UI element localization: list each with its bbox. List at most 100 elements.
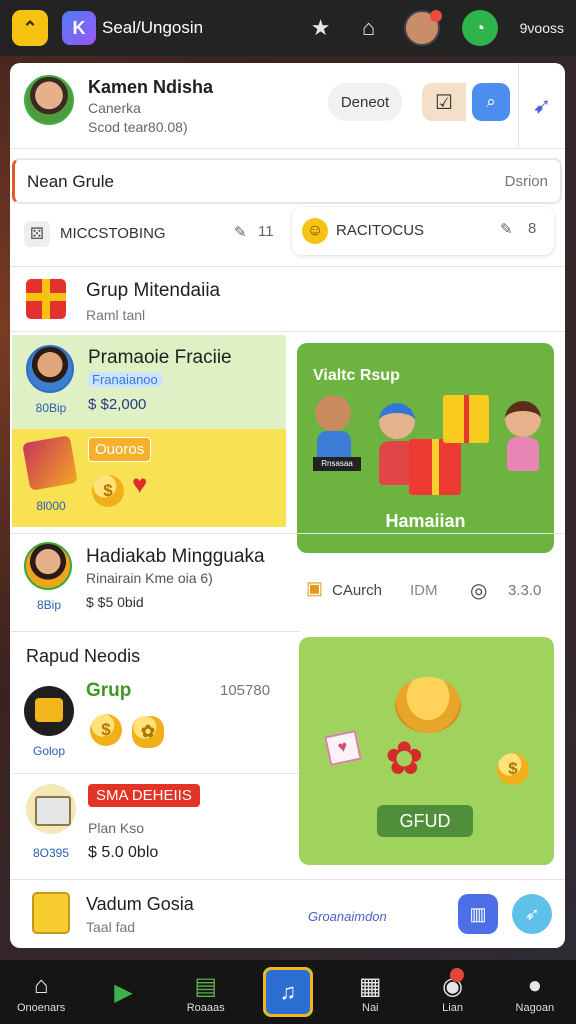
heart-icon: ♥ [132, 469, 148, 499]
user-avatar[interactable] [403, 10, 442, 46]
stat-right-label: RACITOCUS [336, 222, 425, 239]
rapid-section[interactable]: Rapud Neodis Grup 105780 $ ✿ Golop [10, 631, 300, 771]
profile-balance: Scod tear80.08) [88, 119, 188, 135]
gift-box-icon [443, 395, 489, 443]
bottom-nav: ⌂ Onoenars ▶ ▤ Roaaas ♫ ▦ Nai ◉ Lian ● N… [0, 960, 576, 1024]
rapid-count: 105780 [220, 682, 271, 699]
weekly-item[interactable]: 8Bip Hadiakab Mingguaka Rinairain Kme oi… [10, 533, 565, 623]
profile-name: Kamen Ndisha [88, 77, 214, 97]
pack-badge: SMA DEHEIIS [88, 784, 200, 807]
card-pack-icon [22, 435, 78, 491]
promo-badge: Franaianoo [88, 372, 162, 387]
nav-label: Roaaas [186, 1002, 225, 1014]
section-subtitle: Raml tanl [86, 307, 146, 323]
search-input[interactable]: Nean Grule Dsrion [12, 158, 562, 204]
profile-card: Kamen Ndisha Canerka Scod tear80.08) Den… [10, 63, 565, 149]
pencil-icon[interactable]: ✎ [500, 220, 513, 238]
character-icon [505, 401, 541, 437]
sign-text: Rnsasaa [313, 457, 361, 471]
bonus-badge: Ouoros [88, 437, 152, 462]
music-icon: ♫ [262, 967, 313, 1017]
chat-icon[interactable]: ◔ [461, 10, 498, 46]
share-icon[interactable]: ➶ [512, 894, 552, 934]
mouse-icon[interactable]: ◎ [470, 578, 487, 603]
pack-subtitle: Plan Kso [88, 820, 145, 836]
nav-profile[interactable]: ● Nagoan [494, 960, 576, 1024]
pencil-icon[interactable]: ✎ [234, 223, 247, 241]
coin-icon: $ [90, 714, 122, 746]
promo-avatar-caption: 80Bip [35, 401, 67, 415]
bottom-list-item[interactable]: Vadum Gosia Taal fad Groanaimdon ▥ ➶ [10, 879, 565, 948]
featured-card[interactable]: Vialtc Rsup Rnsasaa Hamaiian [297, 343, 554, 553]
stat-left-label: MICCSTOBING [60, 225, 166, 242]
app-title: Seal/Ungosin [102, 18, 204, 37]
search-placeholder: Dsrion [504, 173, 548, 190]
person-icon: ● [527, 972, 543, 999]
rocket-icon[interactable]: ➹ [518, 63, 565, 149]
chart-icon[interactable]: ▥ [458, 894, 498, 934]
nav-music[interactable]: ♫ [247, 960, 329, 1024]
promo-title: Pramaoie Fraciie [88, 347, 232, 368]
stat-left-value: 11 [258, 223, 274, 240]
play-icon: ▶ [114, 978, 133, 1006]
nav-rewards[interactable]: ▤ Roaaas [165, 960, 247, 1024]
nav-home[interactable]: ⌂ Onoenars [0, 960, 82, 1024]
promo-price: $ $2,000 [88, 396, 147, 413]
weekly-row-mid: IDM [410, 582, 438, 599]
nav-shop[interactable]: ▦ Nai [329, 960, 411, 1024]
home-icon[interactable]: ⌂ [356, 15, 382, 41]
promo-item[interactable]: 80Bip Pramaoie Fraciie Franaianoo $ $2,0… [12, 335, 286, 429]
pack-price: $ 5.0 0blo [88, 844, 159, 861]
main-panel: Kamen Ndisha Canerka Scod tear80.08) Den… [10, 63, 565, 948]
gift-box-icon [409, 439, 461, 495]
coin-icon: ✿ [132, 716, 164, 748]
app-logo-icon: K [62, 11, 96, 45]
nav-notifications[interactable]: ◉ Lian [411, 960, 493, 1024]
character-icon [315, 395, 351, 431]
back-button[interactable]: ⌃ [12, 10, 48, 46]
promo-bonus-item[interactable]: 8l000 Ouoros $ ♥ [12, 429, 286, 527]
nav-label: Nai [362, 1002, 379, 1014]
nav-label: Nagoan [515, 1002, 555, 1014]
reward-card[interactable]: ✿ ♥ $ GFUD [299, 637, 554, 865]
weekly-avatar-caption: 8Bip [36, 598, 62, 612]
profile-avatar[interactable] [24, 75, 74, 125]
weekly-subtitle: Rinairain Kme oia 6) [86, 570, 213, 586]
search-label: Nean Grule [27, 172, 114, 191]
pack-icon [26, 784, 76, 834]
ribbon-icon: ✿ [385, 732, 424, 784]
profile-subtitle: Canerka [88, 100, 141, 116]
stat-right-value: 8 [528, 220, 537, 237]
rapid-avatar-caption: Golop [32, 744, 66, 758]
bottom-item-link[interactable]: Groanaimdon [308, 909, 387, 924]
group-section-header[interactable]: Grup Mitendaiia Raml tanl [10, 266, 565, 332]
shop-icon: ▦ [358, 972, 382, 1000]
check-icon[interactable]: ☑ [422, 83, 466, 121]
star-icon[interactable]: ★ [308, 15, 334, 41]
stat-right[interactable]: ☺ RACITOCUS ✎ 8 [292, 207, 554, 255]
top-bar: ⌃ K Seal/Ungosin ★ ⌂ ◔ 9νooss [0, 0, 576, 56]
pack-item[interactable]: 8O395 SMA DEHEIIS Plan Kso $ 5.0 0blo [12, 773, 312, 869]
rapid-grup-label: Grup [86, 680, 132, 701]
weekly-avatar [24, 542, 72, 590]
stat-left[interactable]: ⚄ MICCSTOBING ✎ 11 [22, 213, 286, 253]
reward-button[interactable]: GFUD [377, 805, 473, 837]
coin-icon: ☺ [302, 218, 328, 244]
bottom-item-subtitle: Taal fad [86, 919, 136, 935]
board-icon: ▤ [194, 972, 218, 1000]
nav-label: Lian [442, 1002, 463, 1014]
promo-avatar [26, 345, 74, 393]
search-icon[interactable]: ⌕ [472, 83, 510, 121]
coin-stack-icon [395, 677, 461, 733]
weekly-title: Hadiakab Mingguaka [86, 546, 265, 567]
character-body [507, 437, 539, 471]
section-title: Grup Mitendaiia [86, 280, 221, 301]
deposit-button[interactable]: Deneot [328, 83, 402, 121]
bottom-item-title: Vadum Gosia [86, 894, 194, 914]
nav-play[interactable]: ▶ [82, 960, 164, 1024]
featured-title: Vialtc Rsup [313, 367, 400, 384]
dice-icon: ⚄ [24, 221, 50, 247]
love-card-icon: ♥ [324, 730, 362, 766]
treasure-icon [32, 892, 70, 934]
featured-footer: Hamaiian [385, 511, 466, 531]
